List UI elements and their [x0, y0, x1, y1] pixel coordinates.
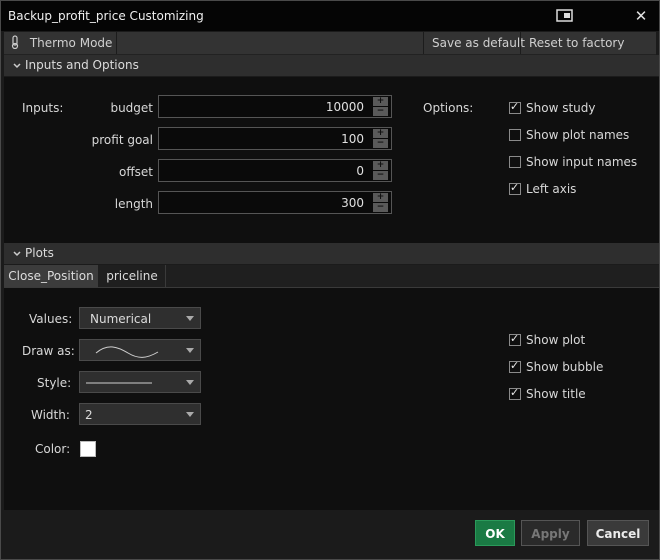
offset-input[interactable]: 0 + −	[158, 159, 392, 182]
toolbar-divider	[423, 32, 424, 54]
increment-icon[interactable]: +	[373, 97, 388, 106]
title-bar[interactable]: Backup_profit_price Customizing ✕	[1, 1, 659, 31]
show-title-label: Show title	[526, 387, 586, 401]
plot-tabs: Close_Position priceline	[4, 265, 659, 288]
show-title-checkbox[interactable]	[509, 386, 521, 400]
detach-icon[interactable]	[556, 9, 574, 23]
customizing-dialog: Backup_profit_price Customizing ✕ Thermo…	[0, 0, 660, 560]
style-dropdown[interactable]	[79, 371, 201, 393]
close-icon[interactable]: ✕	[631, 6, 651, 26]
chevron-down-icon	[13, 63, 21, 69]
increment-icon[interactable]: +	[373, 193, 388, 202]
inputs-panel: Inputs: budget 10000 + − profit goal 100 …	[4, 77, 659, 243]
budget-stepper[interactable]: + −	[373, 97, 388, 116]
decrement-icon[interactable]: −	[373, 107, 388, 116]
ok-button[interactable]: OK	[475, 520, 515, 546]
profit-goal-stepper[interactable]: + −	[373, 129, 388, 148]
options-label: Options:	[423, 101, 474, 115]
profit-goal-input[interactable]: 100 + −	[158, 127, 392, 150]
values-dropdown[interactable]: Numerical	[79, 307, 201, 329]
plots-panel: Values: Numerical Draw as: Style: Width:…	[4, 288, 659, 510]
length-stepper[interactable]: + −	[373, 193, 388, 212]
input-label-length: length	[114, 197, 153, 211]
show-study-checkbox[interactable]	[509, 100, 521, 114]
apply-button[interactable]: Apply	[521, 520, 580, 546]
show-bubble-label: Show bubble	[526, 360, 604, 374]
values-label: Values:	[29, 312, 73, 326]
show-plot-label: Show plot	[526, 333, 586, 347]
cancel-button[interactable]: Cancel	[587, 520, 649, 546]
toolbar: Thermo Mode Save as default Reset to fac…	[4, 32, 656, 72]
input-label-budget: budget	[110, 101, 153, 115]
show-input-names-checkbox[interactable]	[509, 156, 521, 168]
color-label: Color:	[35, 442, 71, 456]
thermo-mode-button[interactable]: Thermo Mode	[10, 32, 112, 54]
decrement-icon[interactable]: −	[373, 203, 388, 212]
show-plot-names-checkbox[interactable]	[509, 129, 521, 141]
chevron-down-icon	[186, 380, 194, 385]
section-title: Plots	[25, 246, 54, 260]
increment-icon[interactable]: +	[373, 129, 388, 138]
toolbar-divider	[116, 32, 117, 54]
tab-close-position[interactable]: Close_Position	[4, 265, 98, 287]
show-input-names-label: Show input names	[526, 155, 638, 169]
width-dropdown[interactable]: 2	[79, 403, 201, 425]
plots-header[interactable]: Plots	[4, 243, 659, 264]
values-selected: Numerical	[90, 312, 152, 326]
input-label-offset: offset	[119, 165, 153, 179]
width-selected: 2	[85, 408, 93, 422]
budget-input[interactable]: 10000 + −	[158, 95, 392, 118]
reset-factory-default-button[interactable]: Reset to factory default	[529, 32, 656, 72]
color-swatch[interactable]	[80, 441, 96, 457]
show-plot-names-label: Show plot names	[526, 128, 630, 142]
profit-goal-value: 100	[341, 132, 364, 146]
chevron-down-icon	[186, 412, 194, 417]
window-title: Backup_profit_price Customizing	[8, 9, 204, 23]
show-study-label: Show study	[526, 101, 596, 115]
length-value: 300	[341, 196, 364, 210]
length-input[interactable]: 300 + −	[158, 191, 392, 214]
inputs-options-header[interactable]: Inputs and Options	[4, 55, 659, 76]
draw-as-label: Draw as:	[22, 344, 75, 358]
chevron-down-icon	[13, 251, 21, 257]
chevron-down-icon	[186, 348, 194, 353]
toolbar-divider	[520, 32, 521, 54]
thermo-mode-label: Thermo Mode	[29, 36, 113, 50]
budget-value: 10000	[325, 100, 364, 114]
save-as-default-button[interactable]: Save as default	[432, 32, 525, 54]
decrement-icon[interactable]: −	[373, 171, 388, 180]
width-label: Width:	[31, 408, 70, 422]
offset-stepper[interactable]: + −	[373, 161, 388, 180]
show-plot-checkbox[interactable]	[509, 332, 521, 346]
show-bubble-checkbox[interactable]	[509, 359, 521, 373]
increment-icon[interactable]: +	[373, 161, 388, 170]
input-label-profit-goal: profit goal	[91, 133, 153, 147]
solid-line-icon	[86, 382, 152, 384]
line-curve-icon	[95, 346, 159, 358]
left-axis-label: Left axis	[526, 182, 577, 196]
inputs-label: Inputs:	[22, 101, 64, 115]
offset-value: 0	[356, 164, 364, 178]
section-title: Inputs and Options	[25, 58, 139, 72]
left-axis-checkbox[interactable]	[509, 181, 521, 195]
chevron-down-icon	[186, 316, 194, 321]
draw-as-dropdown[interactable]	[79, 339, 201, 361]
thermometer-icon	[11, 35, 19, 50]
tab-priceline[interactable]: priceline	[99, 265, 166, 287]
style-label: Style:	[37, 376, 72, 390]
decrement-icon[interactable]: −	[373, 139, 388, 148]
